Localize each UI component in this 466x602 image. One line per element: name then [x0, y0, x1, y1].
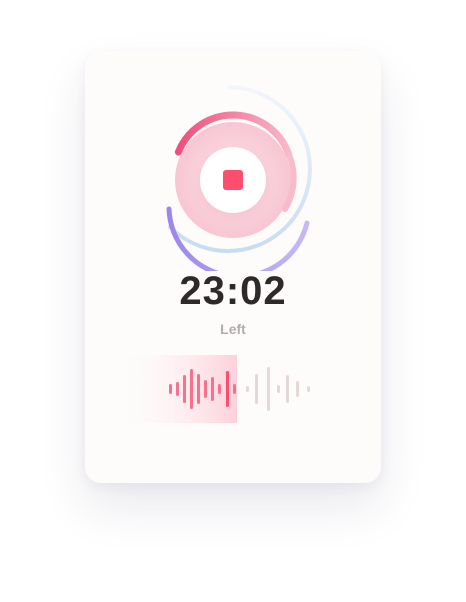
- waveform-bar: [211, 377, 214, 401]
- waveform-bar: [255, 374, 258, 404]
- waveform-bar: [190, 369, 193, 409]
- waveform-bar: [176, 382, 179, 396]
- waveform-bar: [296, 381, 299, 397]
- waveform-bar: [204, 380, 207, 398]
- waveform[interactable]: [85, 355, 381, 425]
- waveform-bar: [183, 375, 186, 403]
- waveform-bar: [286, 375, 289, 403]
- waveform-bar: [246, 386, 249, 392]
- waveform-bar: [197, 374, 200, 404]
- time-remaining-label: Left: [220, 321, 246, 337]
- waveform-bar: [226, 371, 229, 407]
- waveform-bar: [277, 385, 280, 393]
- stop-icon: [223, 170, 243, 190]
- waveform-bar: [218, 384, 221, 394]
- recorder-card: 23:02 Left: [85, 51, 381, 483]
- waveform-bar: [169, 384, 172, 394]
- waveform-bar: [267, 367, 270, 411]
- waveform-bar: [233, 384, 236, 394]
- stop-button[interactable]: [200, 147, 266, 213]
- time-remaining: 23:02: [179, 269, 287, 313]
- waveform-bar: [307, 386, 310, 392]
